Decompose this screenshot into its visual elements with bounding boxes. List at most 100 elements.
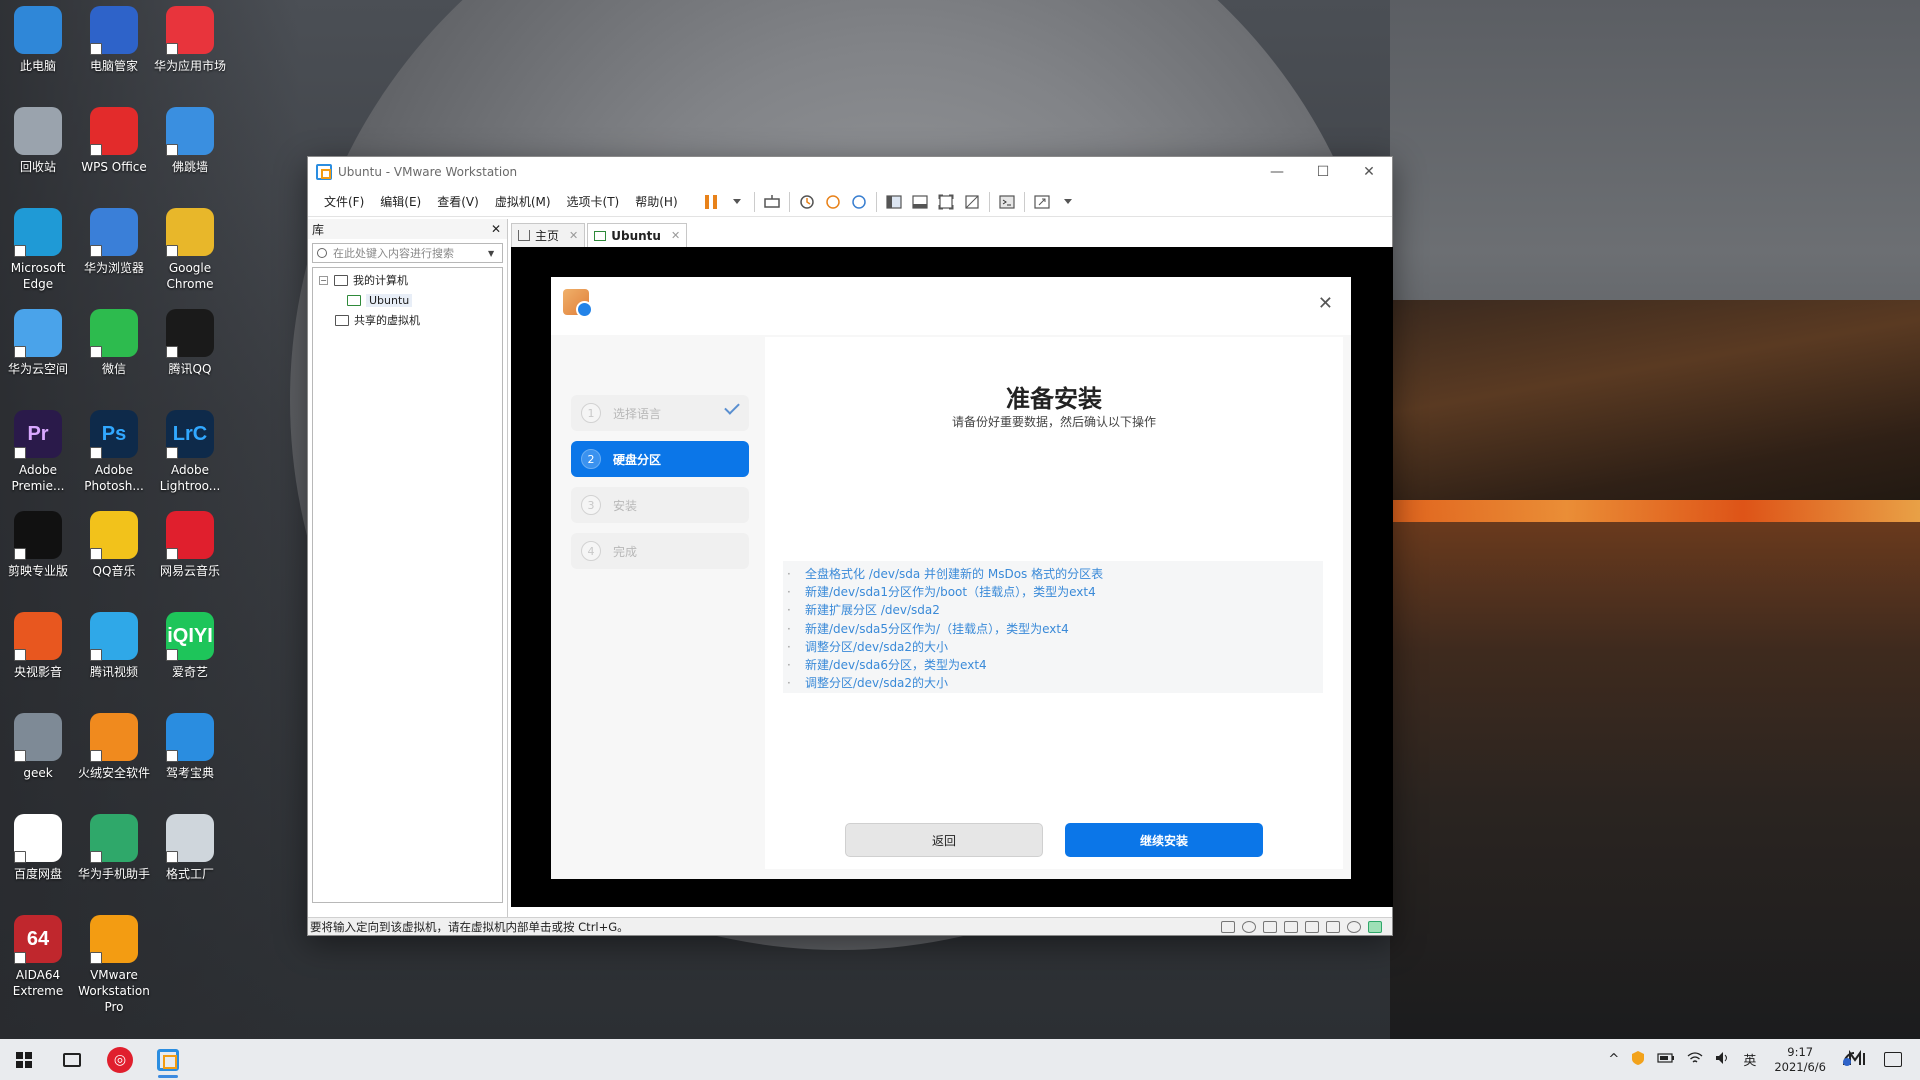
wifi-icon[interactable] bbox=[1687, 1051, 1703, 1069]
pause-button[interactable] bbox=[698, 190, 724, 214]
tree-item-my-computer[interactable]: − 我的计算机 bbox=[313, 270, 502, 290]
menu-help[interactable]: 帮助(H) bbox=[627, 190, 685, 214]
desktop-icon[interactable]: 华为手机助手 bbox=[76, 814, 152, 882]
title-bar[interactable]: Ubuntu - VMware Workstation — ☐ ✕ bbox=[308, 157, 1392, 187]
menu-file[interactable]: 文件(F) bbox=[316, 190, 372, 214]
installer-logo-icon bbox=[563, 289, 593, 318]
send-ctrl-alt-del-button[interactable] bbox=[759, 190, 785, 214]
task-view-button[interactable] bbox=[48, 1039, 96, 1080]
tab-close-button[interactable]: ✕ bbox=[671, 229, 680, 242]
library-close-button[interactable]: ✕ bbox=[491, 222, 501, 236]
desktop-icon[interactable]: Google Chrome bbox=[152, 208, 228, 292]
thumbnail-bar-button[interactable] bbox=[907, 190, 933, 214]
desktop-icon[interactable]: VMware Workstation Pro bbox=[76, 915, 152, 1015]
desktop-icon[interactable]: 微信 bbox=[76, 309, 152, 377]
desktop-icon[interactable]: 华为云空间 bbox=[0, 309, 76, 377]
desktop-icon[interactable]: WPS Office bbox=[76, 107, 152, 175]
pc-manager-tray-icon[interactable] bbox=[1842, 1049, 1870, 1071]
collapse-icon[interactable]: − bbox=[319, 275, 328, 285]
desktop-icon-label: 华为云空间 bbox=[7, 362, 68, 376]
input-method-indicator[interactable]: 英 bbox=[1743, 1050, 1756, 1069]
message-log-icon[interactable] bbox=[1368, 920, 1382, 933]
desktop-icon[interactable]: 此电脑 bbox=[0, 6, 76, 74]
operation-bullet: · bbox=[787, 657, 791, 672]
desktop-icon[interactable]: 百度网盘 bbox=[0, 814, 76, 882]
snapshot-manager-button[interactable] bbox=[846, 190, 872, 214]
desktop-icon[interactable]: 格式工厂 bbox=[152, 814, 228, 882]
toolbar-separator bbox=[753, 191, 755, 212]
desktop-icon[interactable]: Ps Adobe Photosh... bbox=[76, 410, 152, 494]
desktop-icon[interactable]: 央视影音 bbox=[0, 612, 76, 680]
desktop-icon[interactable]: 腾讯视频 bbox=[76, 612, 152, 680]
operation-text: 新建/dev/sda6分区，类型为ext4 bbox=[805, 657, 987, 672]
battery-icon[interactable] bbox=[1657, 1052, 1675, 1068]
operations-list[interactable]: · 全盘格式化 /dev/sda 并创建新的 MsDos 格式的分区表 · 新建/de… bbox=[783, 561, 1323, 693]
vm-console[interactable]: ✕ 1 选择语言 2 硬盘分区 3 安装 4 完成 准备安装 请备份好重要数据，… bbox=[511, 247, 1393, 907]
tray-overflow-button[interactable]: ^ bbox=[1608, 1052, 1619, 1067]
desktop-icon[interactable]: 64 AIDA64 Extreme bbox=[0, 915, 76, 999]
display-icon[interactable] bbox=[1347, 920, 1361, 933]
stretch-guest-button[interactable] bbox=[1029, 190, 1055, 214]
operation-bullet: · bbox=[787, 621, 791, 636]
huorong-tray-icon[interactable] bbox=[1631, 1050, 1645, 1070]
desktop-icon[interactable]: Microsoft Edge bbox=[0, 208, 76, 292]
console-view-button[interactable] bbox=[994, 190, 1020, 214]
operation-bullet: · bbox=[787, 603, 791, 618]
desktop-icon[interactable]: 剪映专业版 bbox=[0, 511, 76, 579]
desktop-icon[interactable]: 驾考宝典 bbox=[152, 713, 228, 781]
start-button[interactable] bbox=[0, 1039, 48, 1080]
desktop-icon[interactable]: 华为应用市场 bbox=[152, 6, 228, 74]
sound-card-icon[interactable] bbox=[1305, 920, 1319, 933]
taskbar-vmware[interactable] bbox=[144, 1039, 192, 1080]
desktop-icon[interactable]: 腾讯QQ bbox=[152, 309, 228, 377]
desktop-icon[interactable]: iQIYI 爱奇艺 bbox=[152, 612, 228, 680]
step-disk-partition: 2 硬盘分区 bbox=[571, 441, 749, 477]
clock[interactable]: 9:17 2021/6/6 bbox=[1774, 1045, 1826, 1075]
volume-icon[interactable] bbox=[1715, 1051, 1731, 1069]
stretch-dropdown[interactable] bbox=[1055, 190, 1081, 214]
desktop-icon[interactable]: QQ音乐 bbox=[76, 511, 152, 579]
desktop-icon[interactable]: Pr Adobe Premie... bbox=[0, 410, 76, 494]
hard-disk-icon[interactable] bbox=[1221, 920, 1235, 933]
desktop-icon[interactable]: 电脑管家 bbox=[76, 6, 152, 74]
installer-close-button[interactable]: ✕ bbox=[1318, 293, 1333, 314]
usb-icon[interactable] bbox=[1326, 920, 1340, 933]
tree-item-shared-vms[interactable]: 共享的虚拟机 bbox=[313, 310, 502, 330]
menu-view[interactable]: 查看(V) bbox=[429, 190, 487, 214]
close-button[interactable]: ✕ bbox=[1346, 157, 1392, 187]
show-library-button[interactable] bbox=[881, 190, 907, 214]
desktop-icon[interactable]: 回收站 bbox=[0, 107, 76, 175]
network-adapter-icon[interactable] bbox=[1263, 920, 1277, 933]
desktop-icon[interactable]: geek bbox=[0, 713, 76, 781]
taskbar-netease-music[interactable]: ◎ bbox=[96, 1039, 144, 1080]
desktop-icon[interactable]: LrC Adobe Lightroo... bbox=[152, 410, 228, 494]
menu-tabs[interactable]: 选项卡(T) bbox=[559, 190, 628, 214]
printer-icon[interactable] bbox=[1284, 920, 1298, 933]
wallpaper-light-trail bbox=[1390, 500, 1920, 522]
continue-install-button[interactable]: 继续安装 bbox=[1065, 823, 1263, 857]
minimize-button[interactable]: — bbox=[1254, 157, 1300, 187]
back-button[interactable]: 返回 bbox=[845, 823, 1043, 857]
notification-center-icon[interactable] bbox=[1884, 1052, 1902, 1067]
unity-button[interactable] bbox=[959, 190, 985, 214]
operation-text: 新建/dev/sda7分区作为/data（挂载点），类型为ext4 bbox=[805, 692, 1096, 693]
pause-dropdown[interactable] bbox=[724, 190, 750, 214]
menu-vm[interactable]: 虚拟机(M) bbox=[487, 190, 559, 214]
library-search-input[interactable]: 在此处键入内容进行搜索 ▼ bbox=[312, 243, 503, 263]
tab-home[interactable]: 主页 ✕ bbox=[511, 223, 586, 247]
tab-ubuntu[interactable]: Ubuntu ✕ bbox=[587, 223, 688, 247]
desktop-icon-label: AIDA64 Extreme bbox=[12, 968, 64, 998]
tab-close-button[interactable]: ✕ bbox=[569, 229, 578, 242]
desktop-icon[interactable]: 火绒安全软件 bbox=[76, 713, 152, 781]
maximize-button[interactable]: ☐ bbox=[1300, 157, 1346, 187]
chevron-down-icon[interactable]: ▼ bbox=[488, 249, 502, 258]
desktop-icon[interactable]: 佛跳墙 bbox=[152, 107, 228, 175]
desktop-icon[interactable]: 网易云音乐 bbox=[152, 511, 228, 579]
desktop-icon[interactable]: 华为浏览器 bbox=[76, 208, 152, 276]
full-screen-button[interactable] bbox=[933, 190, 959, 214]
menu-edit[interactable]: 编辑(E) bbox=[372, 190, 429, 214]
revert-snapshot-button[interactable] bbox=[820, 190, 846, 214]
snapshot-button[interactable] bbox=[794, 190, 820, 214]
tree-item-ubuntu[interactable]: Ubuntu bbox=[313, 290, 502, 310]
cd-dvd-icon[interactable] bbox=[1242, 920, 1256, 933]
